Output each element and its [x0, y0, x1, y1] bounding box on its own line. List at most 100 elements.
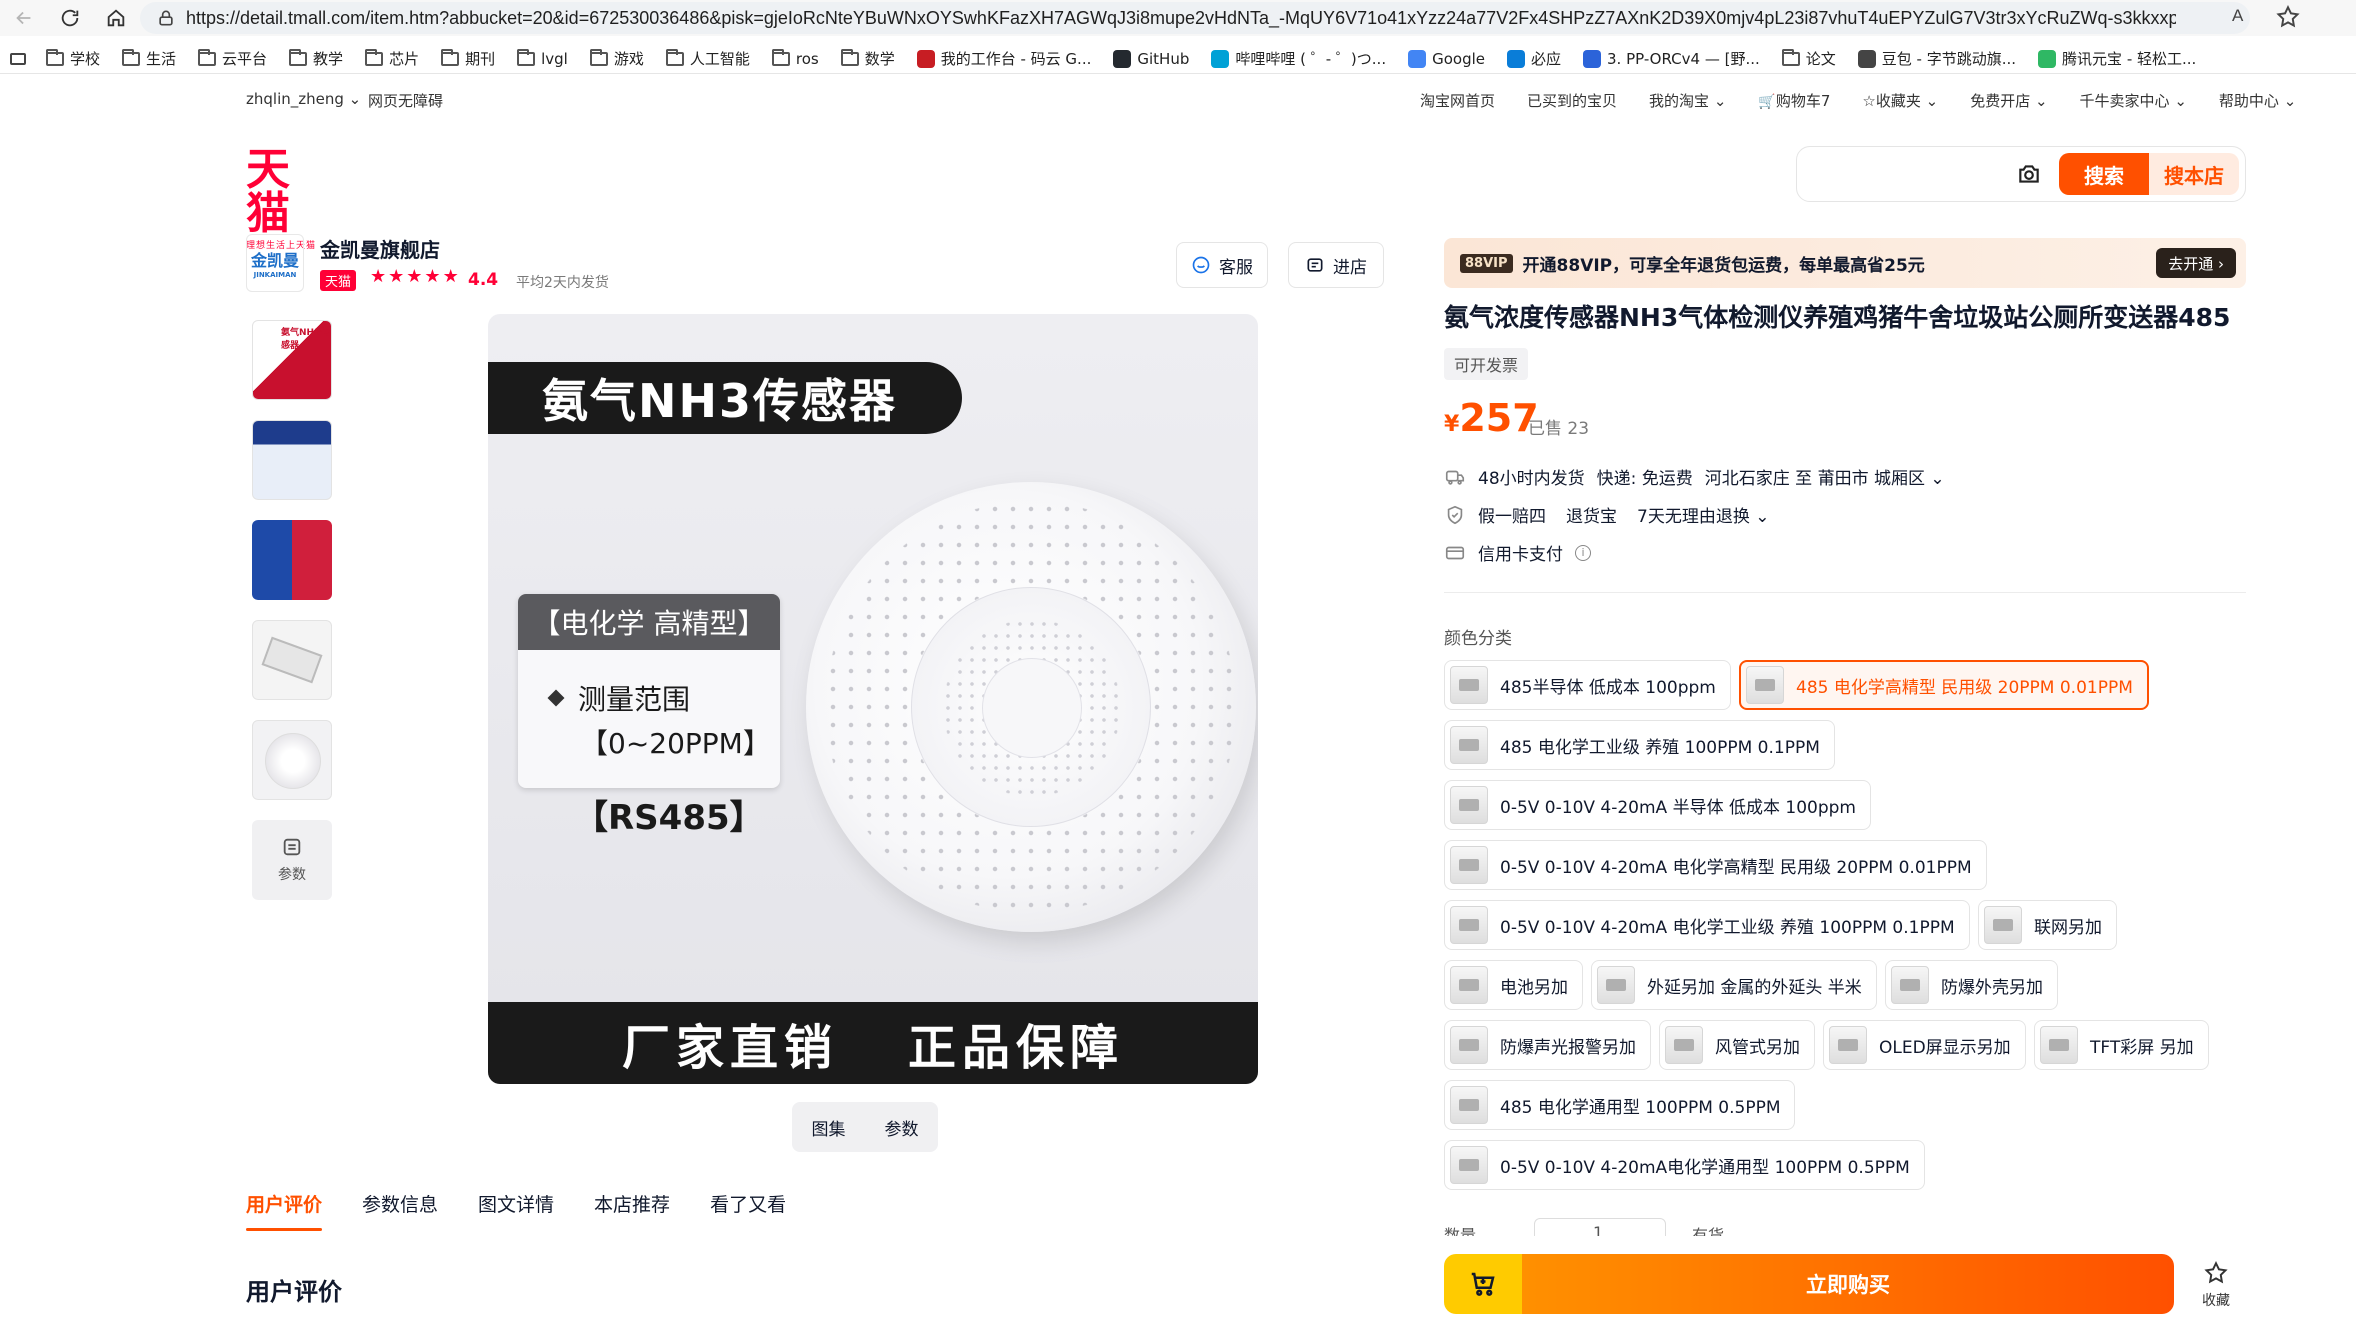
option-label: 485 电化学高精型 民用级 20PPM 0.01PPM	[1796, 677, 2133, 698]
rating-stars: ★ ★ ★ ★ ★	[370, 268, 459, 286]
thumbnail-4[interactable]	[252, 620, 332, 700]
shop-logo[interactable]: 金凯曼 JINKAIMAN	[246, 234, 304, 292]
qty-value[interactable]: 1	[1593, 1223, 1603, 1236]
enter-shop-button[interactable]: 进店	[1288, 242, 1384, 288]
detail-tab[interactable]: 用户评价	[246, 1190, 323, 1231]
gallery-tabs: 图集 参数	[792, 1102, 938, 1152]
search-button[interactable]: 搜索	[2059, 153, 2149, 195]
detail-tab[interactable]: 看了又看	[710, 1190, 786, 1217]
camera-icon[interactable]	[2015, 161, 2043, 187]
gitee-icon	[916, 49, 935, 68]
bookmark-item[interactable]: 芯片	[365, 48, 419, 69]
image-card-range: 【0~20PPM】	[580, 727, 771, 760]
bookmark-item[interactable]: 论文	[1781, 48, 1836, 69]
top-link[interactable]: ☆收藏夹 ⌄	[1862, 90, 1938, 111]
vip-open-button[interactable]: 去开通 ›	[2156, 248, 2236, 278]
top-link[interactable]: 🛒购物车7	[1758, 90, 1830, 111]
color-option[interactable]: 防爆声光报警另加	[1444, 1020, 1651, 1070]
top-link-label: 已买到的宝贝	[1527, 92, 1618, 110]
image-protocol: 【RS485】	[574, 798, 764, 838]
top-link[interactable]: 淘宝网首页	[1420, 90, 1495, 111]
bookmark-item[interactable]: 哔哩哔哩 ( ゜- ゜)つ...	[1211, 48, 1386, 69]
color-option[interactable]: 485半导体 低成本 100ppm	[1444, 660, 1731, 710]
color-option[interactable]: 联网另加	[1978, 900, 2117, 950]
color-option[interactable]: 0-5V 0-10V 4-20mA 半导体 低成本 100ppm	[1444, 780, 1871, 830]
buy-now-button[interactable]: 立即购买	[1522, 1254, 2174, 1314]
accessible-link[interactable]: 网页无障碍	[368, 90, 443, 111]
tab-gallery[interactable]: 图集	[812, 1115, 846, 1140]
color-option[interactable]: 0-5V 0-10V 4-20mA电化学通用型 100PPM 0.5PPM	[1444, 1140, 1925, 1190]
thumbnail-2[interactable]	[252, 420, 332, 500]
bookmark-item[interactable]: 3. PP-ORCv4 — [野...	[1583, 48, 1760, 69]
home-button[interactable]	[98, 0, 134, 36]
search-box[interactable]: 搜索 搜本店	[1796, 146, 2246, 202]
top-link[interactable]: 千牛卖家中心 ⌄	[2080, 90, 2187, 111]
bookmark-item[interactable]: 我的工作台 - 码云 G...	[916, 48, 1091, 69]
bookmark-item[interactable]: 豆包 - 字节跳动旗...	[1857, 48, 2016, 69]
color-option[interactable]: 外延另加 金属的外延头 半米	[1591, 960, 1877, 1010]
main-product-image[interactable]: 氨气NH3传感器 【电化学 高精型】 测量范围 【0~20PPM】 【RS485…	[488, 314, 1258, 1084]
detail-tab[interactable]: 本店推荐	[594, 1190, 670, 1217]
site-info-icon[interactable]	[156, 8, 176, 28]
bookmark-item[interactable]: 云平台	[198, 48, 267, 69]
tmall-logo[interactable]: 天猫 理想生活上天猫	[246, 148, 330, 252]
detail-tab[interactable]: 参数信息	[362, 1190, 438, 1217]
url-text[interactable]: https://detail.tmall.com/item.htm?abbuck…	[186, 8, 2176, 29]
tab-params[interactable]: 参数	[885, 1115, 919, 1140]
favorite-button[interactable]: 收藏	[2196, 1260, 2236, 1310]
bookmark-item[interactable]: ros	[771, 48, 819, 68]
reading-list-icon[interactable]	[10, 52, 26, 65]
top-link[interactable]: 免费开店 ⌄	[1970, 90, 2047, 111]
back-button[interactable]	[6, 0, 42, 36]
color-option[interactable]: 电池另加	[1444, 960, 1583, 1010]
color-option[interactable]: 防爆外壳另加	[1885, 960, 2058, 1010]
sensor-core	[982, 658, 1082, 758]
color-option[interactable]: 485 电化学工业级 养殖 100PPM 0.1PPM	[1444, 720, 1835, 770]
bookmark-item[interactable]: 学校	[46, 48, 100, 69]
info-icon[interactable]: i	[1575, 544, 1591, 561]
bookmark-item[interactable]: 生活	[122, 48, 176, 69]
bookmark-item[interactable]: 教学	[289, 48, 343, 69]
delivery-time: 48小时内发货	[1478, 469, 1585, 489]
vip-tag: 88VIP	[1460, 253, 1513, 273]
bookmark-item[interactable]: lvgl	[517, 48, 568, 68]
color-option[interactable]: 485 电化学高精型 民用级 20PPM 0.01PPM	[1739, 660, 2149, 710]
shop-name[interactable]: 金凯曼旗舰店	[320, 234, 440, 263]
search-shop-button[interactable]: 搜本店	[2149, 153, 2239, 195]
color-option[interactable]: 0-5V 0-10V 4-20mA 电化学高精型 民用级 20PPM 0.01P…	[1444, 840, 1987, 890]
reload-button[interactable]	[52, 0, 88, 36]
thumbnail-3[interactable]	[252, 520, 332, 600]
bookmark-item[interactable]: Google	[1408, 49, 1485, 68]
bookmark-star-icon[interactable]	[2275, 4, 2301, 30]
add-to-cart-button[interactable]	[1444, 1254, 1522, 1314]
sensor-center	[911, 587, 1151, 827]
bookmark-item[interactable]: 游戏	[589, 48, 644, 69]
bookmark-item[interactable]: 必应	[1507, 48, 1561, 69]
bookmark-item[interactable]: 人工智能	[665, 48, 750, 69]
translate-icon[interactable]: A	[2232, 6, 2256, 30]
bookmark-item[interactable]: 期刊	[441, 48, 495, 69]
customer-service-button[interactable]: 客服	[1176, 242, 1268, 288]
bookmark-item[interactable]: 数学	[840, 48, 895, 69]
bookmark-label: 生活	[146, 50, 177, 68]
address-bar[interactable]: https://detail.tmall.com/item.htm?abbuck…	[140, 2, 2250, 34]
thumbnail-5[interactable]	[252, 720, 332, 800]
bookmark-item[interactable]: 腾讯元宝 - 轻松工...	[2038, 48, 2196, 69]
guarantee-3[interactable]: 7天无理由退换 ⌄	[1637, 502, 1769, 527]
top-link[interactable]: 帮助中心 ⌄	[2219, 90, 2296, 111]
bookmark-item[interactable]: GitHub	[1113, 49, 1189, 68]
top-link[interactable]: 我的淘宝 ⌄	[1649, 90, 1726, 111]
thumbnail-1[interactable]: 氨气NH3传感器	[252, 320, 332, 400]
quantity-stepper[interactable]: 1	[1534, 1218, 1666, 1236]
detail-tab[interactable]: 图文详情	[478, 1190, 554, 1217]
color-option[interactable]: 0-5V 0-10V 4-20mA 电化学工业级 养殖 100PPM 0.1PP…	[1444, 900, 1970, 950]
color-option[interactable]: 风管式另加	[1659, 1020, 1815, 1070]
top-link[interactable]: 已买到的宝贝	[1527, 90, 1617, 111]
params-thumbnail[interactable]: 参数	[252, 820, 332, 900]
color-option[interactable]: OLED屏显示另加	[1823, 1020, 2026, 1070]
user-name[interactable]: zhqlin_zheng ⌄	[246, 90, 361, 108]
search-input[interactable]	[1811, 157, 2001, 191]
color-option[interactable]: TFT彩屏 另加	[2034, 1020, 2209, 1070]
color-option[interactable]: 485 电化学通用型 100PPM 0.5PPM	[1444, 1080, 1796, 1130]
route[interactable]: 河北石家庄 至 莆田市 城厢区 ⌄	[1705, 464, 1945, 489]
